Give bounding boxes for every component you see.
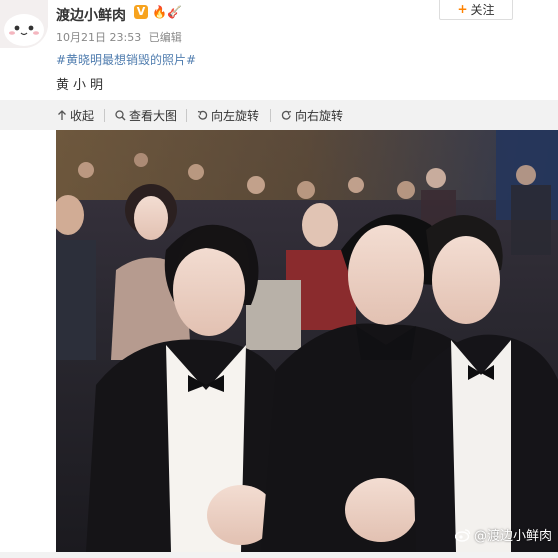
guitar-icon: 🎸 [166, 5, 182, 19]
post-text: 黄小明 [56, 78, 108, 93]
magnifier-icon [115, 110, 126, 121]
collapse-label: 收起 [70, 109, 95, 123]
post-meta: 10月21日 23:53 已编辑 [56, 29, 186, 45]
hashtag-link[interactable]: #黄晓明最想销毁的照片# [56, 51, 196, 68]
view-large-label: 查看大图 [129, 109, 178, 123]
edited-label: 已编辑 [148, 31, 182, 44]
rotate-right-label: 向右旋转 [295, 109, 344, 123]
collapse-icon [58, 110, 66, 120]
avatar-image [0, 0, 48, 48]
rotate-left-label: 向左旋转 [211, 109, 260, 123]
rotate-right-icon [281, 110, 292, 120]
post-photo[interactable]: @渡边小鲜肉 [56, 130, 558, 552]
follow-label: 关注 [470, 2, 495, 17]
rotate-left-button[interactable]: 向左旋转 [197, 107, 259, 124]
verified-badge-icon: V [134, 5, 148, 19]
collapse-button[interactable]: 收起 [57, 107, 94, 124]
rotate-left-icon [197, 110, 208, 120]
image-watermark: @渡边小鲜肉 [454, 525, 552, 544]
plus-icon: + [457, 2, 468, 16]
toolbar-divider [270, 109, 271, 122]
toolbar-divider [104, 109, 105, 122]
bottom-band [0, 552, 558, 558]
watermark-text: @渡边小鲜肉 [473, 529, 552, 544]
toolbar-divider [186, 109, 187, 122]
weibo-logo-icon [454, 528, 471, 542]
image-toolbar: 收起 查看大图 向左旋转 向右旋转 [0, 100, 558, 130]
badge-icons: 🔥🎸 [152, 5, 182, 19]
view-large-button[interactable]: 查看大图 [115, 107, 177, 124]
post-date[interactable]: 10月21日 23:53 [56, 31, 141, 44]
post-header: 渡边小鲜肉 V 🔥🎸 + 关注 10月21日 23:53 已编辑 #黄晓明最想销… [0, 0, 558, 100]
photo-illustration [56, 130, 558, 552]
rotate-right-button[interactable]: 向右旋转 [281, 107, 343, 124]
flame-icon: 🔥 [152, 5, 167, 19]
avatar[interactable] [0, 0, 48, 48]
username[interactable]: 渡边小鲜肉 [56, 5, 126, 25]
follow-button[interactable]: + 关注 [439, 0, 513, 20]
